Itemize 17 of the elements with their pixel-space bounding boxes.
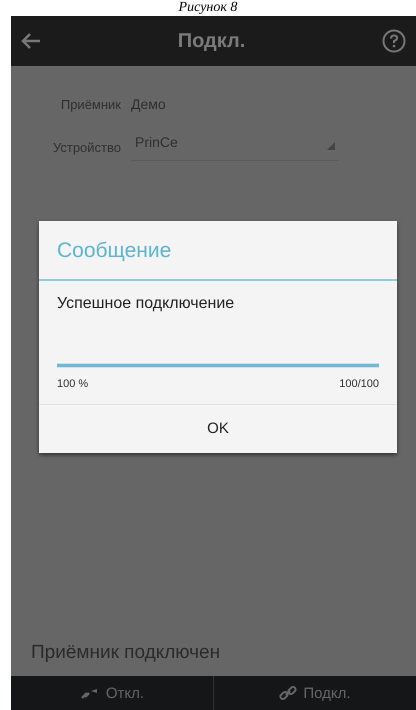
- help-button[interactable]: [382, 29, 406, 53]
- device-dropdown[interactable]: PrinCe: [131, 134, 339, 161]
- broken-link-icon: [80, 686, 100, 700]
- figure-caption: Рисунок 8: [178, 0, 238, 16]
- screen-title: Подкл.: [178, 30, 246, 52]
- back-button[interactable]: [21, 32, 41, 50]
- progress-count: 100/100: [339, 378, 379, 390]
- corner-triangle-icon: [327, 142, 335, 150]
- status-text: Приёмник подключен: [31, 642, 222, 664]
- field-value: Демо: [131, 96, 166, 112]
- ok-button[interactable]: OK: [39, 404, 397, 453]
- field-label: Устройство: [52, 140, 121, 155]
- link-icon: [279, 684, 298, 702]
- dialog-title: Сообщение: [39, 221, 397, 281]
- dialog-message: Успешное подключение: [56, 294, 236, 313]
- field-label: Приёмник: [60, 96, 121, 112]
- progress-percent: 100 %: [57, 378, 88, 390]
